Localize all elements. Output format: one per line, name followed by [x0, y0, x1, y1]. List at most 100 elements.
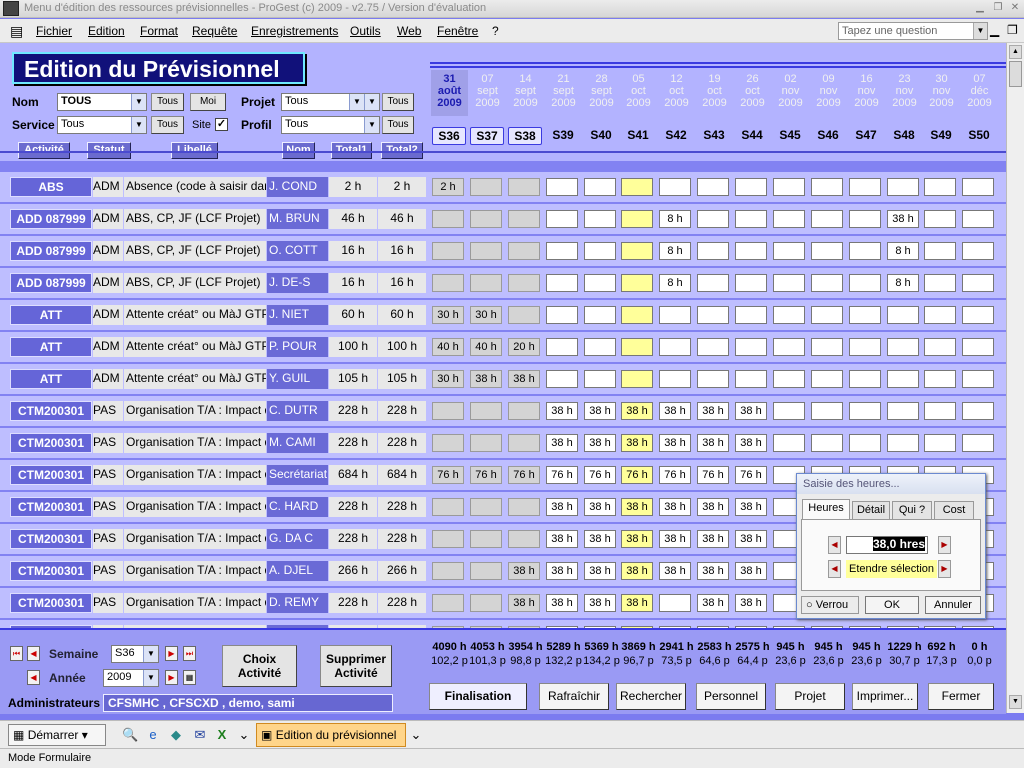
- week-cell[interactable]: 30 h: [432, 306, 464, 324]
- week-cell[interactable]: [811, 306, 843, 324]
- week-cell[interactable]: [432, 402, 464, 420]
- week-cell[interactable]: 38 h: [546, 562, 578, 580]
- week-cell[interactable]: [508, 530, 540, 548]
- week-cell[interactable]: [546, 274, 578, 292]
- activity-code[interactable]: CTM200301: [10, 465, 92, 485]
- week-cell[interactable]: [773, 242, 805, 260]
- week-cell[interactable]: [962, 210, 994, 228]
- week-cell[interactable]: 38 h: [697, 562, 729, 580]
- activity-code[interactable]: ATT: [10, 337, 92, 357]
- week-cell[interactable]: [962, 274, 994, 292]
- last-week-icon[interactable]: ⏭: [183, 646, 196, 661]
- week-cell[interactable]: 38 h: [546, 402, 578, 420]
- nom-tous-button[interactable]: Tous: [151, 93, 184, 111]
- week-cell[interactable]: [470, 530, 502, 548]
- week-cell[interactable]: [546, 306, 578, 324]
- week-cell[interactable]: [849, 178, 881, 196]
- week-cell[interactable]: [470, 434, 502, 452]
- week-cell[interactable]: [659, 306, 691, 324]
- moi-button[interactable]: Moi: [190, 93, 226, 111]
- fermer-button[interactable]: Fermer: [928, 683, 994, 710]
- ie-icon[interactable]: e: [145, 727, 161, 743]
- week-cell[interactable]: [849, 434, 881, 452]
- week-cell[interactable]: [584, 370, 616, 388]
- week-cell[interactable]: [924, 274, 956, 292]
- week-cell[interactable]: [697, 306, 729, 324]
- week-cell[interactable]: 38 h: [659, 530, 691, 548]
- week-cell[interactable]: [508, 402, 540, 420]
- week-cell[interactable]: [584, 274, 616, 292]
- search-icon[interactable]: 🔍: [122, 727, 138, 743]
- week-cell[interactable]: [849, 306, 881, 324]
- week-cell[interactable]: [697, 338, 729, 356]
- week-cell[interactable]: [773, 370, 805, 388]
- menu-fichier[interactable]: Fichier: [36, 24, 72, 38]
- week-cell[interactable]: [735, 242, 767, 260]
- ok-button[interactable]: OK: [865, 596, 919, 614]
- week-cell[interactable]: 38 h: [508, 370, 540, 388]
- week-cell[interactable]: [621, 274, 653, 292]
- service-tous-button[interactable]: Tous: [151, 116, 184, 134]
- week-cell[interactable]: [962, 306, 994, 324]
- week-cell[interactable]: [924, 178, 956, 196]
- week-cell[interactable]: [508, 178, 540, 196]
- week-cell[interactable]: [470, 274, 502, 292]
- projet-button[interactable]: Projet: [775, 683, 845, 710]
- menu-format[interactable]: Format: [140, 24, 178, 38]
- chevron-down-icon[interactable]: ▼: [349, 94, 364, 110]
- week-cell[interactable]: [773, 434, 805, 452]
- nom-cell[interactable]: Secrétariat: [267, 465, 328, 485]
- week-cell[interactable]: [659, 178, 691, 196]
- chevron-down-icon[interactable]: ▼: [131, 117, 146, 133]
- nom-cell[interactable]: J. COND: [267, 177, 328, 197]
- verrou-radio[interactable]: ○ Verrou: [801, 596, 859, 614]
- scroll-up-icon[interactable]: ▲: [1009, 45, 1022, 59]
- activity-code[interactable]: ADD 087999: [10, 209, 92, 229]
- week-cell[interactable]: 38 h: [659, 402, 691, 420]
- restore-child-icon[interactable]: ▁: [990, 23, 999, 37]
- week-cell[interactable]: [924, 402, 956, 420]
- nom-cell[interactable]: M. CAMI: [267, 433, 328, 453]
- week-cell[interactable]: [621, 306, 653, 324]
- week-cell[interactable]: [584, 306, 616, 324]
- site-checkbox[interactable]: ✓: [215, 118, 228, 131]
- week-cell[interactable]: 38 h: [584, 434, 616, 452]
- filter-chevron-icon[interactable]: ▼: [364, 94, 379, 110]
- week-cell[interactable]: [470, 210, 502, 228]
- choix-activite-button[interactable]: Choix Activité: [222, 645, 297, 687]
- week-cell[interactable]: 38 h: [697, 434, 729, 452]
- week-cell[interactable]: 38 h: [621, 498, 653, 516]
- week-cell[interactable]: [811, 434, 843, 452]
- minimize-icon[interactable]: ▁: [972, 1, 988, 15]
- activity-code[interactable]: CTM200301: [10, 529, 92, 549]
- nom-cell[interactable]: C. DUTR: [267, 401, 328, 421]
- week-cell[interactable]: [924, 306, 956, 324]
- week-cell[interactable]: [887, 338, 919, 356]
- week-cell[interactable]: [735, 274, 767, 292]
- week-cell[interactable]: [432, 242, 464, 260]
- week-header-s47[interactable]: S47: [849, 127, 883, 145]
- week-cell[interactable]: [621, 338, 653, 356]
- week-cell[interactable]: [773, 338, 805, 356]
- scroll-thumb[interactable]: [1009, 61, 1022, 87]
- nom-select[interactable]: TOUS ▼: [57, 93, 147, 111]
- week-cell[interactable]: [773, 274, 805, 292]
- nom-cell[interactable]: J. DE-S: [267, 273, 328, 293]
- extend-right-icon[interactable]: ▶: [938, 560, 951, 578]
- week-cell[interactable]: 38 h: [621, 562, 653, 580]
- next-year-icon[interactable]: ▶: [165, 670, 178, 685]
- week-cell[interactable]: [508, 306, 540, 324]
- week-cell[interactable]: [432, 594, 464, 612]
- week-cell[interactable]: 76 h: [735, 466, 767, 484]
- week-cell[interactable]: 38 h: [735, 594, 767, 612]
- week-cell[interactable]: 38 h: [546, 434, 578, 452]
- week-cell[interactable]: 76 h: [546, 466, 578, 484]
- week-cell[interactable]: 38 h: [584, 498, 616, 516]
- week-cell[interactable]: [470, 178, 502, 196]
- task-edition-previsionnel[interactable]: ▣ Edition du prévisionnel: [256, 723, 406, 747]
- rechercher-button[interactable]: Rechercher: [616, 683, 686, 710]
- menu-requete[interactable]: Requête: [192, 24, 237, 38]
- week-cell[interactable]: 38 h: [584, 402, 616, 420]
- week-header-s49[interactable]: S49: [924, 127, 958, 145]
- week-cell[interactable]: [470, 242, 502, 260]
